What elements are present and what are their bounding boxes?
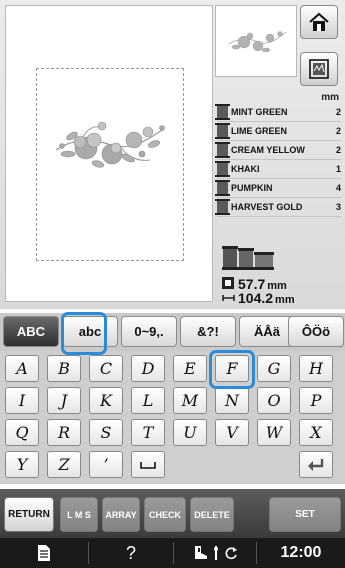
character-keyboard: A B C D E F G H I J K L M N O P Q R S T … — [0, 351, 345, 484]
key-c[interactable]: C — [89, 355, 123, 382]
thread-count: 1 — [335, 164, 341, 174]
spool-icon — [215, 199, 230, 215]
key-s[interactable]: S — [89, 419, 123, 446]
key-p[interactable]: P — [299, 387, 333, 414]
pattern-size-readout: 57.7 mm 104.2 mm — [222, 276, 342, 306]
thread-name: HARVEST GOLD — [231, 202, 303, 212]
unit-label: mm — [321, 92, 339, 103]
key-x[interactable]: X — [299, 419, 333, 446]
key-g[interactable]: G — [257, 355, 291, 382]
key-e[interactable]: E — [173, 355, 207, 382]
key-a[interactable]: A — [5, 355, 39, 382]
thread-row: HARVEST GOLD 3 — [215, 198, 341, 217]
thread-name: PUMPKIN — [231, 183, 273, 193]
key-w[interactable]: W — [257, 419, 291, 446]
tab-numbers[interactable]: 0~9,. — [121, 316, 177, 347]
presser-foot-icon — [195, 546, 207, 559]
size-width-unit: mm — [275, 294, 295, 306]
key-j[interactable]: J — [47, 387, 81, 414]
key-q[interactable]: Q — [5, 419, 39, 446]
thread-spools-icon — [222, 246, 274, 270]
rotation-icon — [225, 547, 237, 560]
embroidery-canvas — [5, 5, 213, 302]
key-d[interactable]: D — [131, 355, 165, 382]
thread-row: PUMPKIN 4 — [215, 179, 341, 198]
preview-area: mm MINT GREEN 2 LIME GREEN 2 CREAM YELLO… — [0, 0, 345, 309]
key-o[interactable]: O — [257, 387, 291, 414]
delete-button[interactable]: DELETE — [190, 497, 234, 532]
frame-display-button[interactable] — [300, 52, 338, 86]
thread-count: 2 — [335, 107, 341, 117]
key-r[interactable]: R — [47, 419, 81, 446]
pattern-thumbnail — [215, 5, 297, 77]
machine-status — [174, 538, 256, 568]
thread-row: MINT GREEN 2 — [215, 103, 341, 122]
key-b[interactable]: B — [47, 355, 81, 382]
help-button[interactable]: ? — [89, 538, 173, 568]
lms-button[interactable]: L M S — [60, 497, 98, 532]
enter-icon — [308, 458, 324, 471]
floral-thumbnail-image — [228, 31, 287, 53]
key-y[interactable]: Y — [5, 451, 39, 478]
home-icon — [309, 12, 329, 31]
thread-name: MINT GREEN — [231, 107, 288, 117]
space-icon — [140, 461, 156, 469]
key-apostrophe[interactable]: ’ — [89, 451, 123, 478]
spool-icon — [215, 104, 230, 120]
key-enter[interactable] — [299, 451, 333, 478]
thread-count: 4 — [335, 183, 341, 193]
tab-uppercase[interactable]: ABC — [3, 316, 59, 347]
tab-lowercase[interactable]: abc — [62, 316, 118, 347]
key-u[interactable]: U — [173, 419, 207, 446]
action-bar: RETURN L M S ARRAY CHECK DELETE SET — [0, 489, 345, 538]
key-f[interactable]: F — [215, 355, 249, 382]
key-l[interactable]: L — [131, 387, 165, 414]
clock: 12:00 — [280, 544, 322, 561]
floral-motif-image — [55, 121, 165, 168]
spool-icon — [215, 123, 230, 139]
tab-accented-upper[interactable]: ÄÅä — [239, 316, 295, 347]
check-button[interactable]: CHECK — [144, 497, 186, 532]
key-m[interactable]: M — [173, 387, 207, 414]
tab-accented-lower[interactable]: ÔÖö — [288, 316, 344, 347]
thread-row: LIME GREEN 2 — [215, 122, 341, 141]
key-space[interactable] — [131, 451, 165, 478]
key-t[interactable]: T — [131, 419, 165, 446]
size-width-value: 104.2 — [238, 290, 274, 306]
document-icon — [38, 545, 50, 561]
thread-row: CREAM YELLOW 2 — [215, 141, 341, 160]
return-button[interactable]: RETURN — [4, 497, 54, 532]
document-button[interactable] — [0, 538, 88, 568]
thread-name: CREAM YELLOW — [231, 145, 305, 155]
key-v[interactable]: V — [215, 419, 249, 446]
thread-name: KHAKI — [231, 164, 260, 174]
size-width: 104.2 mm — [238, 290, 295, 306]
key-k[interactable]: K — [89, 387, 123, 414]
array-button[interactable]: ARRAY — [102, 497, 140, 532]
key-n[interactable]: N — [215, 387, 249, 414]
key-i[interactable]: I — [5, 387, 39, 414]
spool-icon — [215, 180, 230, 196]
key-h[interactable]: H — [299, 355, 333, 382]
spool-icon — [215, 142, 230, 158]
character-set-tabs: ABC abc 0~9,. &?! ÄÅä ÔÖö — [0, 313, 345, 351]
size-icon — [222, 277, 235, 301]
set-button[interactable]: SET — [269, 497, 341, 532]
spool-icon — [215, 161, 230, 177]
tab-symbols[interactable]: &?! — [180, 316, 236, 347]
key-z[interactable]: Z — [47, 451, 81, 478]
thread-name: LIME GREEN — [231, 126, 288, 136]
thread-color-list: MINT GREEN 2 LIME GREEN 2 CREAM YELLOW 2… — [215, 103, 341, 217]
thread-count: 2 — [335, 126, 341, 136]
thread-icon — [214, 546, 218, 560]
home-button[interactable] — [300, 5, 338, 39]
status-bar: ? 12:00 — [0, 538, 345, 568]
frame-icon — [309, 59, 329, 79]
thread-row: KHAKI 1 — [215, 160, 341, 179]
thread-count: 2 — [335, 145, 341, 155]
thread-count: 3 — [335, 202, 341, 212]
